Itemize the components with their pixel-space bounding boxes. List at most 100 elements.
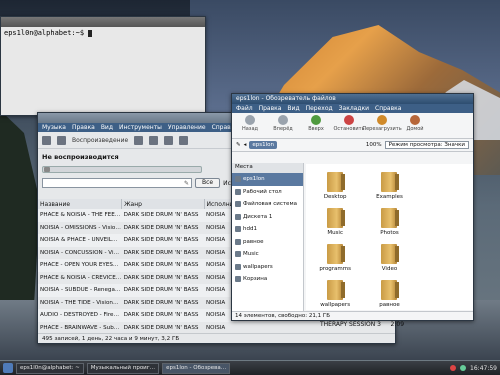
forward-button[interactable]: Вперёд [269, 115, 297, 136]
track-genre: DARK SIDE DRUM 'N' BASS [123, 299, 199, 306]
table-row[interactable]: PHACE - OPEN YOUR EYES… DARK SIDE DRUM 'N… [38, 259, 238, 272]
music-menu-control[interactable]: Управление [168, 124, 206, 131]
track-title: PHACE & NOISIA - CREVICE… [40, 274, 122, 281]
file-item[interactable]: равное [362, 274, 416, 310]
fm-menu-go[interactable]: Переход [306, 105, 333, 112]
task-music[interactable]: Музыкальный проиг… [86, 362, 160, 374]
file-item[interactable]: Examples [362, 166, 416, 202]
place-icon [235, 263, 241, 270]
tray-network-icon[interactable] [460, 365, 467, 371]
terminal-body[interactable]: eps1l0n@alphabet:~$ [1, 27, 205, 39]
file-item[interactable]: Photos [362, 202, 416, 238]
file-item[interactable]: Music [308, 202, 362, 238]
place-item[interactable]: равное [232, 236, 303, 249]
previous-icon[interactable] [42, 135, 51, 145]
places-sidebar: Места eps1lon Рабочий стол Файловая систем… [232, 163, 304, 313]
music-menu-view[interactable]: Вид [101, 124, 113, 131]
place-item[interactable]: Файловая система [232, 198, 303, 211]
place-item[interactable]: Рабочий стол [232, 186, 303, 199]
folder-icon [381, 280, 400, 300]
place-label: Файловая система [243, 201, 297, 208]
file-item[interactable]: wallpapers [308, 274, 362, 310]
fm-menu-bookmarks[interactable]: Закладки [339, 105, 369, 112]
table-row[interactable]: PHACE & NOISIA - THE FEE… DARK SIDE DRUM … [38, 209, 238, 222]
music-search-input[interactable]: ✎ [42, 178, 192, 188]
browse-icon[interactable] [179, 135, 189, 145]
play-icon[interactable] [57, 135, 66, 145]
column-genre[interactable]: Жанр [121, 199, 205, 209]
place-icon [235, 226, 241, 233]
left-arrow-icon[interactable]: ◂ [244, 142, 247, 148]
terminal-cursor [88, 29, 93, 37]
table-row[interactable]: NOISIA - THE TIDE - Vision… DARK SIDE DRU… [38, 297, 238, 310]
place-label: равное [243, 238, 264, 245]
repeat-icon[interactable] [164, 135, 174, 145]
music-menu-music[interactable]: Музыка [42, 124, 66, 131]
file-grid[interactable]: Desktop Examples Music Photos programms Video… [306, 164, 473, 310]
play-label[interactable]: Воспроизведение [72, 137, 128, 144]
table-row[interactable]: NOISIA - OMISSIONS - Visio… DARK SIDE DRU… [38, 222, 238, 235]
terminal-prompt: eps1l0n@alphabet:~$ [4, 29, 85, 37]
terminal-window[interactable]: eps1l0n@alphabet:~$ [0, 16, 206, 116]
file-item [417, 238, 471, 274]
table-row[interactable]: AUDIO - DESTROYED - Fire… DARK SIDE DRUM … [38, 309, 238, 322]
fm-menubar: Файл Правка Вид Переход Закладки Справка [232, 104, 473, 113]
reload-button[interactable]: Перезагрузить [362, 115, 402, 136]
place-label: Рабочий стол [243, 188, 282, 195]
task-terminal[interactable]: eps1l0n@alphabet: ~ [16, 362, 84, 374]
fm-menu-view[interactable]: Вид [287, 105, 299, 112]
clear-icon[interactable]: ✎ [184, 180, 189, 187]
reload-icon [377, 115, 387, 125]
task-terminal-label: eps1l0n@alphabet: ~ [20, 365, 80, 371]
place-item[interactable]: Дискета 1 [232, 211, 303, 224]
place-label: hdd1 [243, 226, 257, 233]
file-item[interactable]: Video [362, 238, 416, 274]
track-genre: DARK SIDE DRUM 'N' BASS [123, 224, 199, 231]
table-row[interactable]: NOISIA - SUBDUE - Renega… DARK SIDE DRUM … [38, 284, 238, 297]
task-file-manager[interactable]: eps1lon - Обозрева… [162, 362, 231, 374]
file-label: равное [379, 302, 400, 308]
shuffle-icon[interactable] [149, 135, 159, 145]
place-item[interactable]: wallpapers [232, 261, 303, 274]
fm-menu-edit[interactable]: Правка [259, 105, 282, 112]
fm-titlebar[interactable]: eps1lon - Обозреватель файлов [232, 94, 473, 104]
place-item[interactable]: Music [232, 248, 303, 261]
home-button[interactable]: Домой [401, 115, 429, 136]
place-icon [235, 213, 241, 220]
place-item[interactable]: eps1lon [232, 173, 303, 186]
stop-icon [344, 115, 354, 125]
clock[interactable]: 16:47:59 [470, 365, 497, 372]
edit-location-icon[interactable]: ✎ [236, 142, 241, 148]
zoom-level[interactable]: 100% [366, 142, 382, 148]
seek-handle[interactable] [44, 167, 50, 172]
place-item[interactable]: Корзина [232, 273, 303, 286]
table-row[interactable]: NOISIA - CONCUSSION - Vi… DARK SIDE DRUM … [38, 247, 238, 260]
stop-button[interactable]: Остановить [333, 115, 365, 136]
menu-icon[interactable] [3, 363, 13, 373]
up-button[interactable]: Вверх [302, 115, 330, 136]
view-mode-select[interactable]: Режим просмотра: Значки [384, 141, 469, 149]
music-menu-tools[interactable]: Инструменты [119, 124, 162, 131]
seek-slider[interactable] [42, 166, 202, 173]
file-item[interactable]: programms [308, 238, 362, 274]
back-button[interactable]: Назад [236, 115, 264, 136]
fm-menu-help[interactable]: Справка [375, 105, 401, 112]
track-genre: DARK SIDE DRUM 'N' BASS [121, 209, 204, 222]
places-header[interactable]: Места [232, 163, 303, 173]
search-all-button[interactable]: Все [195, 178, 221, 188]
column-title[interactable]: Название [38, 199, 123, 209]
terminal-titlebar[interactable] [1, 17, 205, 27]
tray-status-icon[interactable] [450, 365, 457, 371]
table-row[interactable]: PHACE & NOISIA - CREVICE… DARK SIDE DRUM … [38, 272, 238, 285]
place-label: Корзина [243, 276, 268, 283]
track-genre: DARK SIDE DRUM 'N' BASS [121, 259, 204, 272]
file-manager-window[interactable]: eps1lon - Обозреватель файлов Файл Правк… [231, 93, 474, 321]
place-item[interactable]: hdd1 [232, 223, 303, 236]
track-list[interactable]: Название Жанр Исполни PHACE & NOISIA - T… [38, 199, 238, 334]
music-menu-edit[interactable]: Правка [72, 124, 95, 131]
next-icon[interactable] [134, 135, 144, 145]
file-item[interactable]: Desktop [308, 166, 362, 202]
table-row[interactable]: NOISIA & PHACE - UNVEIL… DARK SIDE DRUM '… [38, 234, 238, 247]
fm-menu-file[interactable]: Файл [236, 105, 253, 112]
breadcrumb-home[interactable]: eps1lon [249, 141, 277, 149]
